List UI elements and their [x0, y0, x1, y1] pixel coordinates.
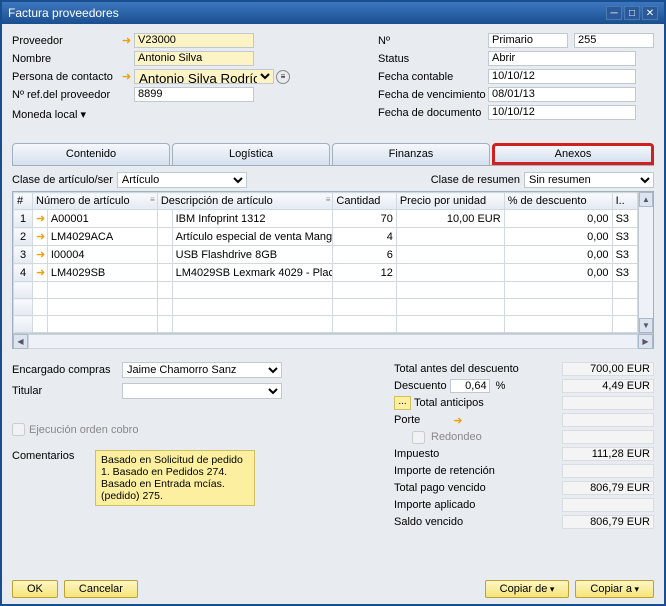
titlebar: Factura proveedores ─ □ ✕: [2, 2, 664, 24]
total-antes-label: Total antes del descuento: [394, 363, 562, 375]
aplicado-label: Importe aplicado: [394, 499, 562, 511]
scroll-down-icon[interactable]: ▼: [639, 318, 653, 333]
no-label: Nº: [378, 35, 488, 47]
total-pago-value: 806,79 EUR: [562, 481, 654, 495]
copy-from-button[interactable]: Copiar de: [485, 580, 570, 598]
fecha-contab-field[interactable]: 10/10/12: [488, 69, 636, 84]
clase-articulo-label: Clase de artículo/ser: [12, 174, 113, 186]
minimize-icon[interactable]: ─: [606, 6, 622, 20]
window-title: Factura proveedores: [8, 6, 119, 20]
anticipos-label: Total anticipos: [414, 397, 562, 409]
status-field: Abrir: [488, 51, 636, 66]
col-numero[interactable]: Número de artículo≡: [33, 193, 158, 210]
encargado-select[interactable]: Jaime Chamorro Sanz: [122, 362, 282, 378]
titular-label: Titular: [12, 385, 122, 397]
no-state-field[interactable]: Primario: [488, 33, 568, 48]
vendor-invoice-window: Factura proveedores ─ □ ✕ Proveedor ➜ V2…: [0, 0, 666, 606]
total-pago-label: Total pago vencido: [394, 482, 562, 494]
col-cantidad[interactable]: Cantidad: [333, 193, 396, 210]
scroll-up-icon[interactable]: ▲: [639, 192, 653, 207]
descuento-pct-field[interactable]: 0,64: [450, 379, 490, 393]
link-arrow-icon[interactable]: ➜: [122, 70, 134, 83]
tab-contenido[interactable]: Contenido: [12, 143, 170, 165]
saldo-value: 806,79 EUR: [562, 515, 654, 529]
retencion-value: [562, 464, 654, 478]
tab-anexos[interactable]: Anexos: [492, 143, 654, 165]
fecha-contab-label: Fecha contable: [378, 71, 488, 83]
pct-sign: %: [496, 380, 506, 392]
link-arrow-icon[interactable]: ➜: [122, 34, 134, 47]
comentarios-text[interactable]: Basado en Solicitud de pedido 1. Basado …: [95, 450, 255, 506]
fecha-venc-field[interactable]: 08/01/13: [488, 87, 636, 102]
impuesto-label: Impuesto: [394, 448, 562, 460]
fecha-doc-field[interactable]: 10/10/12: [488, 105, 636, 120]
proveedor-field[interactable]: V23000: [134, 33, 254, 48]
table-row[interactable]: 3 ➜ I00004 USB Flashdrive 8GB 6 0,00 S3: [14, 246, 638, 264]
porte-value: [562, 413, 654, 427]
contacto-label: Persona de contacto: [12, 71, 122, 83]
total-antes-value: 700,00 EUR: [562, 362, 654, 376]
tab-finanzas[interactable]: Finanzas: [332, 143, 490, 165]
clase-resumen-select[interactable]: Sin resumen: [524, 172, 654, 188]
col-descuento[interactable]: % de descuento: [504, 193, 612, 210]
col-i[interactable]: I..: [612, 193, 637, 210]
redondeo-checkbox: [412, 431, 425, 444]
clase-articulo-select[interactable]: Artículo: [117, 172, 247, 188]
table-row[interactable]: 1 ➜ A00001 IBM Infoprint 1312 70 10,00 E…: [14, 210, 638, 228]
scroll-right-icon[interactable]: ▶: [638, 334, 653, 349]
col-hash[interactable]: #: [14, 193, 33, 210]
clase-resumen-label: Clase de resumen: [431, 174, 520, 186]
descuento-value: 4,49 EUR: [562, 379, 654, 393]
link-arrow-icon[interactable]: ➜: [33, 228, 48, 246]
nombre-label: Nombre: [12, 53, 122, 65]
anticipos-button[interactable]: ...: [394, 396, 411, 410]
tab-logistica[interactable]: Logística: [172, 143, 330, 165]
ok-button[interactable]: OK: [12, 580, 58, 598]
items-grid: # Número de artículo≡ Descripción de art…: [12, 191, 654, 349]
descuento-label: Descuento: [394, 380, 447, 392]
table-row[interactable]: 4 ➜ LM4029SB LM4029SB Lexmark 4029 - Pla…: [14, 264, 638, 282]
retencion-label: Importe de retención: [394, 465, 562, 477]
titular-select[interactable]: [122, 383, 282, 399]
vertical-scrollbar[interactable]: ▲ ▼: [638, 192, 653, 333]
col-precio[interactable]: Precio por unidad: [396, 193, 504, 210]
contacto-select[interactable]: Antonio Silva Rodríguez: [134, 69, 274, 84]
encargado-label: Encargado compras: [12, 364, 122, 376]
col-desc[interactable]: Descripción de artículo≡: [157, 193, 333, 210]
porte-label: Porte: [394, 414, 420, 426]
redondeo-label: Redondeo: [431, 431, 482, 443]
fecha-doc-label: Fecha de documento: [378, 107, 488, 119]
refnum-label: Nº ref.del proveedor: [12, 89, 122, 101]
maximize-icon[interactable]: □: [624, 6, 640, 20]
cancel-button[interactable]: Cancelar: [64, 580, 138, 598]
impuesto-value: 111,28 EUR: [562, 447, 654, 461]
status-label: Status: [378, 53, 488, 65]
ejecucion-checkbox: [12, 423, 25, 436]
proveedor-label: Proveedor: [12, 35, 122, 47]
table-row[interactable]: [14, 282, 638, 299]
saldo-label: Saldo vencido: [394, 516, 562, 528]
refnum-field[interactable]: 8899: [134, 87, 254, 102]
table-row[interactable]: [14, 316, 638, 333]
ejecucion-label: Ejecución orden cobro: [29, 424, 138, 436]
scroll-left-icon[interactable]: ◀: [13, 334, 28, 349]
aplicado-value: [562, 498, 654, 512]
details-icon[interactable]: ≡: [276, 70, 290, 84]
horizontal-scrollbar[interactable]: ◀ ▶: [13, 333, 653, 348]
link-arrow-icon[interactable]: ➜: [33, 246, 48, 264]
nombre-field[interactable]: Antonio Silva: [134, 51, 254, 66]
moneda-select[interactable]: Moneda local ▾: [12, 108, 86, 121]
close-icon[interactable]: ✕: [642, 6, 658, 20]
copy-to-button[interactable]: Copiar a: [575, 580, 654, 598]
comentarios-label: Comentarios: [12, 450, 87, 506]
no-value-field[interactable]: 255: [574, 33, 654, 48]
link-arrow-icon[interactable]: ➜: [33, 210, 48, 228]
redondeo-value: [562, 430, 654, 444]
link-arrow-icon[interactable]: ➜: [33, 264, 48, 282]
fecha-venc-label: Fecha de vencimiento: [378, 89, 488, 101]
table-row[interactable]: [14, 299, 638, 316]
anticipos-value: [562, 396, 654, 410]
table-row[interactable]: 2 ➜ LM4029ACA Artículo especial de venta…: [14, 228, 638, 246]
link-arrow-icon[interactable]: ➜: [453, 414, 462, 427]
